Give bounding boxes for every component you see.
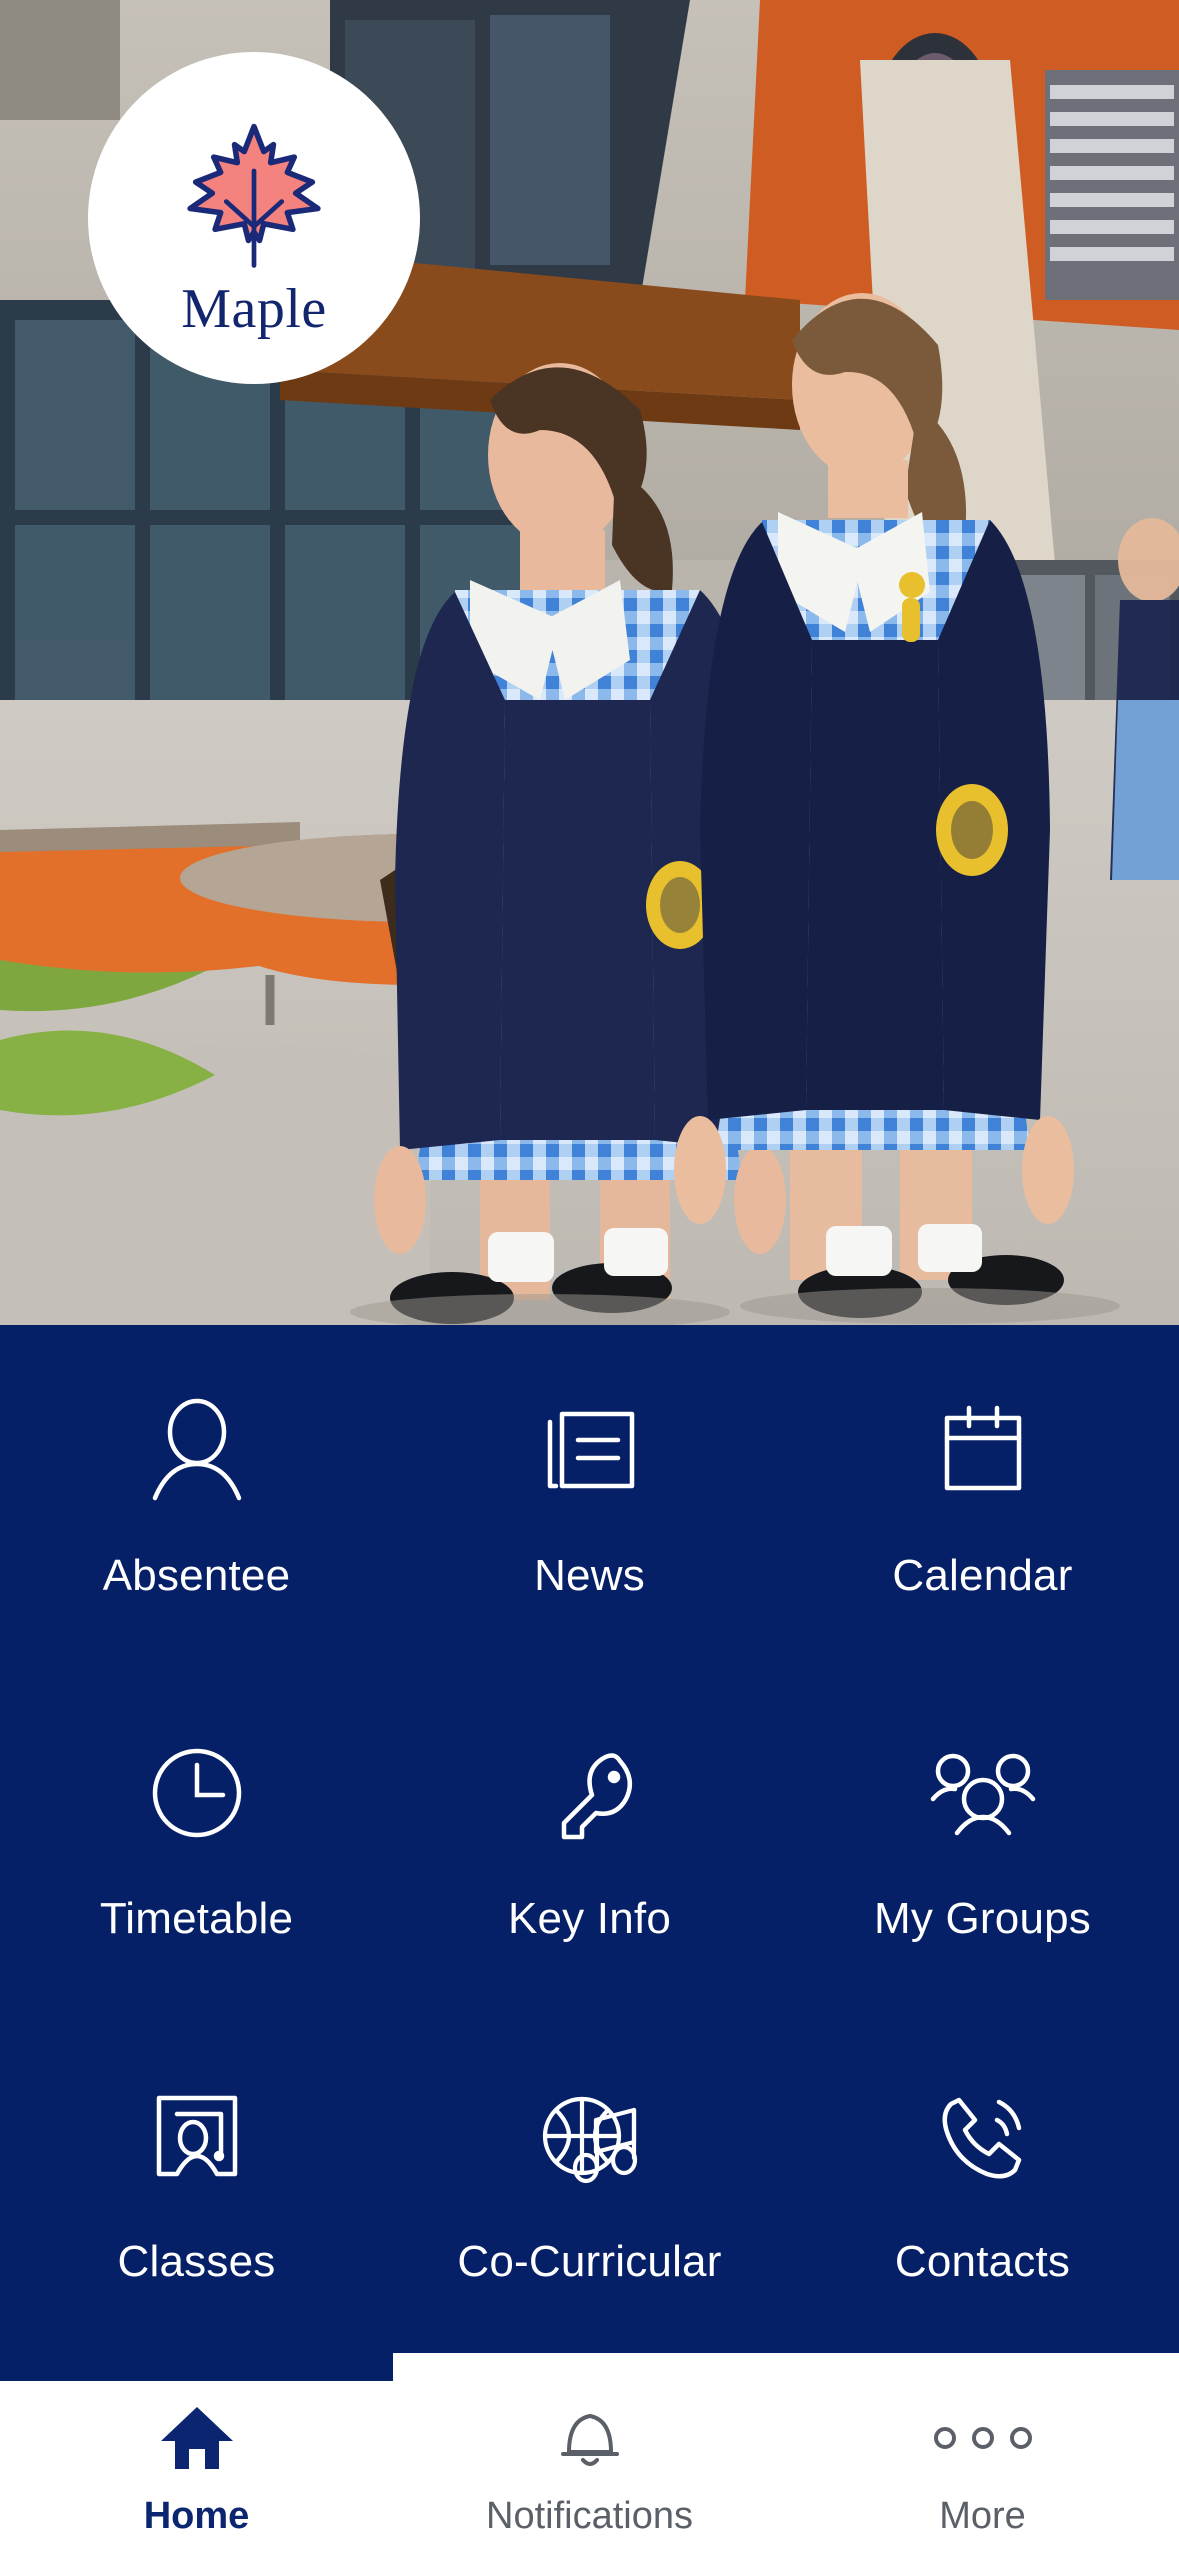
school-name: Maple — [181, 278, 327, 340]
dot — [971, 2427, 994, 2449]
bell-icon — [555, 2401, 625, 2475]
menu-item-key-info[interactable]: Key Info — [393, 1668, 786, 2011]
menu-label: Absentee — [102, 1551, 291, 1601]
three-dots-icon — [933, 2401, 1032, 2475]
dot — [1009, 2427, 1032, 2449]
quick-links-grid: Absentee News Calendar Timetable Key Inf… — [0, 1325, 1179, 2353]
tab-label: More — [939, 2495, 1026, 2537]
clock-icon — [141, 1734, 253, 1852]
menu-item-timetable[interactable]: Timetable — [0, 1668, 393, 2011]
menu-label: Calendar — [892, 1551, 1073, 1601]
menu-label: Classes — [117, 2236, 276, 2286]
key-icon — [534, 1734, 646, 1852]
menu-item-calendar[interactable]: Calendar — [786, 1325, 1179, 1668]
app-screen: Maple Absentee News Calendar Timetable K… — [0, 0, 1179, 2553]
menu-item-absentee[interactable]: Absentee — [0, 1325, 393, 1668]
menu-item-news[interactable]: News — [393, 1325, 786, 1668]
menu-item-my-groups[interactable]: My Groups — [786, 1668, 1179, 2011]
calendar-icon — [927, 1391, 1039, 1509]
people-group-icon — [927, 1734, 1039, 1852]
classroom-board-icon — [141, 2077, 253, 2195]
menu-item-co-curricular[interactable]: Co-Curricular — [393, 2010, 786, 2353]
newspaper-icon — [534, 1391, 646, 1509]
home-icon — [159, 2401, 235, 2475]
menu-label: Key Info — [507, 1893, 672, 1943]
menu-label: Timetable — [99, 1893, 294, 1943]
menu-label: Contacts — [894, 2236, 1071, 2286]
dot — [933, 2427, 956, 2449]
phone-icon — [927, 2077, 1039, 2195]
tab-notifications[interactable]: Notifications — [393, 2353, 786, 2553]
basketball-music-icon — [534, 2077, 646, 2195]
menu-label: News — [534, 1551, 645, 1601]
tab-home[interactable]: Home — [0, 2353, 393, 2553]
tab-label: Home — [143, 2495, 250, 2537]
person-icon — [141, 1391, 253, 1509]
menu-label: Co-Curricular — [457, 2236, 722, 2286]
menu-item-classes[interactable]: Classes — [0, 2010, 393, 2353]
tab-label: Notifications — [486, 2495, 693, 2537]
school-logo-badge[interactable]: Maple — [88, 52, 420, 384]
tab-more[interactable]: More — [786, 2353, 1179, 2553]
menu-label: My Groups — [874, 1893, 1091, 1943]
menu-item-contacts[interactable]: Contacts — [786, 2010, 1179, 2353]
active-tab-notch — [0, 2353, 393, 2381]
maple-leaf-icon — [187, 123, 321, 268]
bottom-tab-bar: Home Notifications More — [0, 2353, 1179, 2553]
